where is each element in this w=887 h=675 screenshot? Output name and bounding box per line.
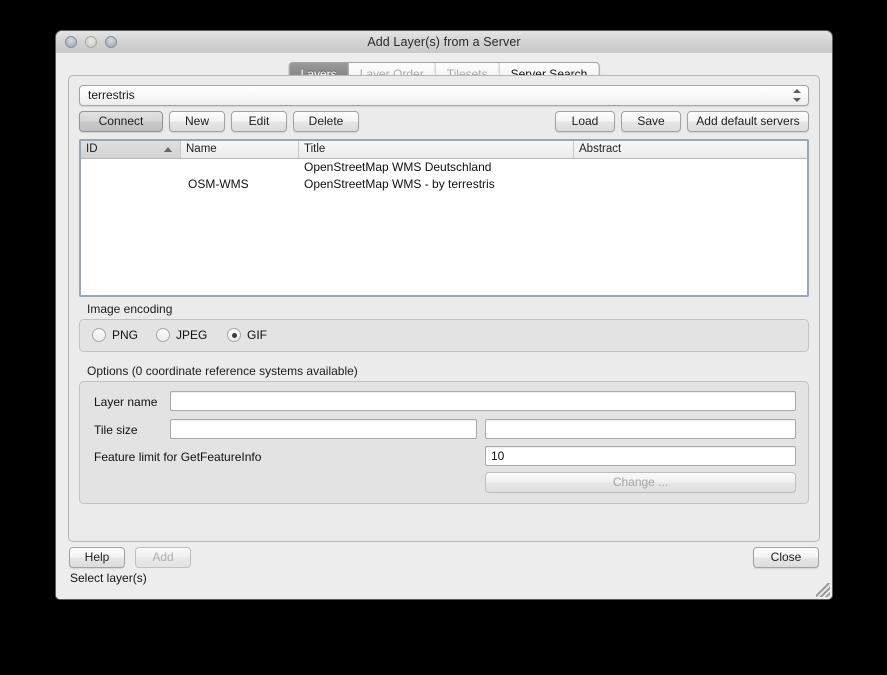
options-group-label: Options (0 coordinate reference systems … bbox=[87, 364, 358, 378]
tile-height-input[interactable] bbox=[485, 419, 796, 439]
new-button[interactable]: New bbox=[169, 111, 225, 132]
close-button[interactable]: Close bbox=[753, 547, 819, 568]
load-button[interactable]: Load bbox=[555, 111, 615, 132]
title-bar: Add Layer(s) from a Server bbox=[56, 31, 832, 54]
radio-gif-label: GIF bbox=[247, 328, 267, 342]
save-button[interactable]: Save bbox=[621, 111, 681, 132]
connect-button[interactable]: Connect bbox=[79, 111, 163, 132]
column-header-id-label: ID bbox=[86, 143, 98, 155]
add-default-servers-button[interactable]: Add default servers bbox=[687, 111, 809, 132]
image-encoding-group: PNG JPEG GIF bbox=[79, 319, 809, 352]
radio-jpeg-label: JPEG bbox=[176, 328, 208, 342]
table-row[interactable]: 1 OSM-WMS OpenStreetMap WMS - by terrest… bbox=[81, 176, 807, 193]
feature-limit-label: Feature limit for GetFeatureInfo bbox=[94, 450, 262, 464]
row-title-cell: OpenStreetMap WMS Deutschland bbox=[304, 160, 492, 174]
layer-name-label: Layer name bbox=[94, 395, 158, 409]
feature-limit-input[interactable]: 10 bbox=[485, 446, 796, 466]
column-header-name[interactable]: Name bbox=[181, 141, 299, 158]
column-header-title[interactable]: Title bbox=[299, 141, 574, 158]
sort-ascending-icon bbox=[164, 147, 172, 152]
tile-width-input[interactable] bbox=[170, 419, 477, 439]
status-bar-text: Select layer(s) bbox=[70, 571, 147, 585]
resize-grip[interactable] bbox=[816, 583, 830, 597]
delete-button[interactable]: Delete bbox=[293, 111, 359, 132]
options-group: Layer name Tile size Feature limit for G… bbox=[79, 381, 809, 504]
add-button[interactable]: Add bbox=[135, 547, 191, 568]
radio-png-indicator bbox=[92, 328, 106, 342]
radio-jpeg-indicator bbox=[156, 328, 170, 342]
server-connection-dropdown[interactable]: terrestris bbox=[79, 85, 809, 106]
dialog-footer: Help Add Close Select layer(s) bbox=[56, 542, 832, 599]
table-row[interactable]: 0 OpenStreetMap WMS Deutschland bbox=[81, 159, 807, 176]
change-crs-button[interactable]: Change ... bbox=[485, 472, 796, 493]
layer-table-header: ID Name Title Abstract bbox=[81, 141, 807, 159]
dialog-body: Layers Layer Order Tilesets Server Searc… bbox=[56, 53, 832, 599]
layer-tree-view[interactable]: ID Name Title Abstract 0 OpenStreetMap W… bbox=[79, 139, 809, 297]
help-button[interactable]: Help bbox=[69, 547, 125, 568]
tile-size-label: Tile size bbox=[94, 423, 138, 437]
window-title: Add Layer(s) from a Server bbox=[367, 35, 521, 49]
feature-limit-value: 10 bbox=[491, 449, 505, 463]
radio-png-label: PNG bbox=[112, 328, 139, 342]
chevron-updown-icon bbox=[792, 88, 802, 103]
column-header-abstract[interactable]: Abstract bbox=[574, 141, 807, 158]
server-connection-value: terrestris bbox=[88, 88, 135, 102]
row-name-cell: OSM-WMS bbox=[188, 177, 249, 191]
edit-button[interactable]: Edit bbox=[231, 111, 287, 132]
radio-gif-indicator bbox=[227, 328, 241, 342]
column-header-id[interactable]: ID bbox=[81, 141, 181, 158]
image-encoding-label: Image encoding bbox=[87, 302, 173, 316]
row-title-cell: OpenStreetMap WMS - by terrestris bbox=[304, 177, 495, 191]
layers-tab-panel: terrestris Connect New Edit Delete Load … bbox=[68, 75, 820, 542]
connection-button-row: Connect New Edit Delete Load Save Add de… bbox=[79, 111, 809, 133]
layer-name-input[interactable] bbox=[170, 391, 796, 411]
dialog-window: Add Layer(s) from a Server Layers Layer … bbox=[55, 30, 833, 600]
